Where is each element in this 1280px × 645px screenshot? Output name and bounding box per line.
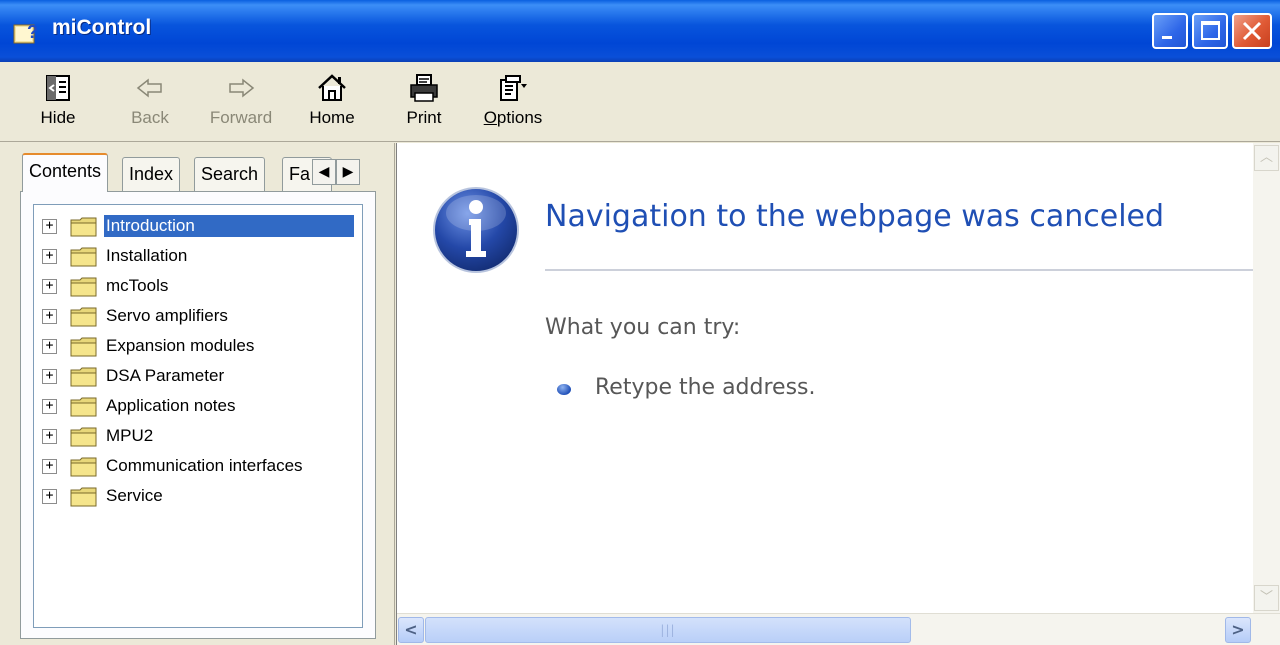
tree-item-label: Introduction	[104, 215, 354, 237]
home-icon	[318, 74, 346, 101]
tree-item-label: Installation	[106, 246, 188, 265]
scroll-right-button[interactable]: >	[1225, 617, 1251, 643]
expand-icon[interactable]: +	[42, 309, 57, 324]
close-button[interactable]	[1232, 13, 1272, 49]
folder-icon	[70, 487, 97, 507]
bullet-icon	[557, 384, 571, 395]
tree-item[interactable]: + Installation	[34, 243, 364, 269]
tree-item[interactable]: + Introduction	[34, 213, 364, 239]
tab-index[interactable]: Index	[122, 157, 181, 191]
tree-item-label: Service	[106, 486, 163, 505]
expand-icon[interactable]: +	[42, 279, 57, 294]
tree-item-label: Communication interfaces	[106, 456, 303, 475]
tree-item-label: DSA Parameter	[106, 366, 225, 385]
hide-button[interactable]: Hide	[34, 72, 82, 138]
tree-item-label: Servo amplifiers	[106, 306, 228, 325]
back-button[interactable]: Back	[124, 72, 176, 138]
expand-icon[interactable]: +	[42, 369, 57, 384]
svg-text:?: ?	[27, 22, 38, 42]
print-label: Print	[406, 108, 442, 127]
contents-tree[interactable]: + Introduction + Installation + mcTools + Servo…	[33, 204, 363, 628]
folder-icon	[70, 397, 97, 417]
expand-icon[interactable]: +	[42, 249, 57, 264]
back-arrow-icon	[136, 78, 162, 98]
divider	[545, 269, 1253, 271]
forward-arrow-icon	[229, 78, 255, 98]
vertical-scrollbar[interactable]: ︿ ﹀	[1253, 143, 1280, 613]
expand-icon[interactable]: +	[42, 219, 57, 234]
folder-icon	[70, 307, 97, 327]
tab-index-label: Index	[129, 164, 174, 184]
tree-item-label: MPU2	[106, 426, 154, 445]
tab-scroll-left-button[interactable]: ◀	[312, 159, 336, 185]
scroll-up-button[interactable]: ︿	[1254, 145, 1279, 171]
tree-item[interactable]: + Service	[34, 483, 364, 509]
tab-favorites-label: Fa	[289, 164, 311, 184]
content-pane: Navigation to the webpage was canceled W…	[396, 143, 1280, 645]
maximize-icon	[1201, 21, 1220, 40]
tab-contents-label: Contents	[29, 161, 102, 181]
tab-scroll-right-button[interactable]: ▶	[336, 159, 360, 185]
try-label: What you can try:	[545, 315, 741, 340]
minimize-icon	[1162, 36, 1172, 39]
forward-label: Forward	[209, 108, 273, 127]
tree-item-label: mcTools	[106, 276, 169, 295]
expand-icon[interactable]: +	[42, 489, 57, 504]
folder-icon	[70, 367, 97, 387]
pane-splitter[interactable]	[381, 143, 395, 645]
tree-item-label: Application notes	[106, 396, 236, 415]
tree-item-label: Expansion modules	[106, 336, 255, 355]
tree-item[interactable]: + DSA Parameter	[34, 363, 364, 389]
print-button[interactable]: Print	[400, 72, 448, 138]
tab-contents[interactable]: Contents	[22, 153, 109, 192]
options-label: Options	[483, 108, 543, 127]
hide-label: Hide	[40, 108, 76, 127]
folder-icon	[70, 217, 97, 237]
options-button[interactable]: Options	[476, 72, 550, 138]
expand-icon[interactable]: +	[42, 339, 57, 354]
suggestion-item: Retype the address.	[595, 375, 816, 400]
tree-item[interactable]: + Application notes	[34, 393, 364, 419]
expand-icon[interactable]: +	[42, 429, 57, 444]
tree-item[interactable]: + Servo amplifiers	[34, 303, 364, 329]
home-label: Home	[309, 108, 355, 127]
folder-icon	[70, 247, 97, 267]
printer-icon	[410, 74, 438, 102]
hide-pane-icon	[46, 75, 70, 101]
contents-panel: + Introduction + Installation + mcTools + Servo…	[20, 191, 376, 639]
tab-scroll-arrows: ◀ ▶	[312, 159, 360, 185]
folder-icon	[70, 427, 97, 447]
folder-icon	[70, 337, 97, 357]
options-label-mnemonic: O	[483, 108, 497, 127]
tree-item[interactable]: + mcTools	[34, 273, 364, 299]
toolbar: Hide Back Forward Home Print Options	[0, 62, 1280, 142]
tab-search[interactable]: Search	[194, 157, 266, 191]
title-bar[interactable]: ? miControl	[0, 0, 1280, 62]
options-icon	[500, 75, 527, 101]
info-icon	[433, 187, 519, 273]
tab-search-label: Search	[201, 164, 259, 184]
home-button[interactable]: Home	[302, 72, 362, 138]
minimize-button[interactable]	[1152, 13, 1188, 49]
horizontal-scrollbar[interactable]: < ||| >	[397, 613, 1280, 645]
help-book-icon: ?	[13, 22, 38, 44]
folder-icon	[70, 277, 97, 297]
scroll-left-button[interactable]: <	[398, 617, 424, 643]
forward-button[interactable]: Forward	[201, 72, 281, 138]
content-page: Navigation to the webpage was canceled W…	[397, 143, 1253, 613]
tree-item[interactable]: + MPU2	[34, 423, 364, 449]
page-title: Navigation to the webpage was canceled	[545, 199, 1165, 234]
back-label: Back	[131, 108, 169, 127]
folder-icon	[70, 457, 97, 477]
expand-icon[interactable]: +	[42, 399, 57, 414]
close-icon	[1242, 21, 1262, 41]
horizontal-scroll-thumb[interactable]: |||	[425, 617, 911, 643]
tree-item[interactable]: + Expansion modules	[34, 333, 364, 359]
navigation-pane: Contents Index Search Fa ◀ ▶ + Introducti…	[0, 143, 381, 645]
expand-icon[interactable]: +	[42, 459, 57, 474]
maximize-button[interactable]	[1192, 13, 1228, 49]
scroll-down-button[interactable]: ﹀	[1254, 585, 1279, 611]
window-title: miControl	[52, 16, 152, 39]
tree-item[interactable]: + Communication interfaces	[34, 453, 364, 479]
